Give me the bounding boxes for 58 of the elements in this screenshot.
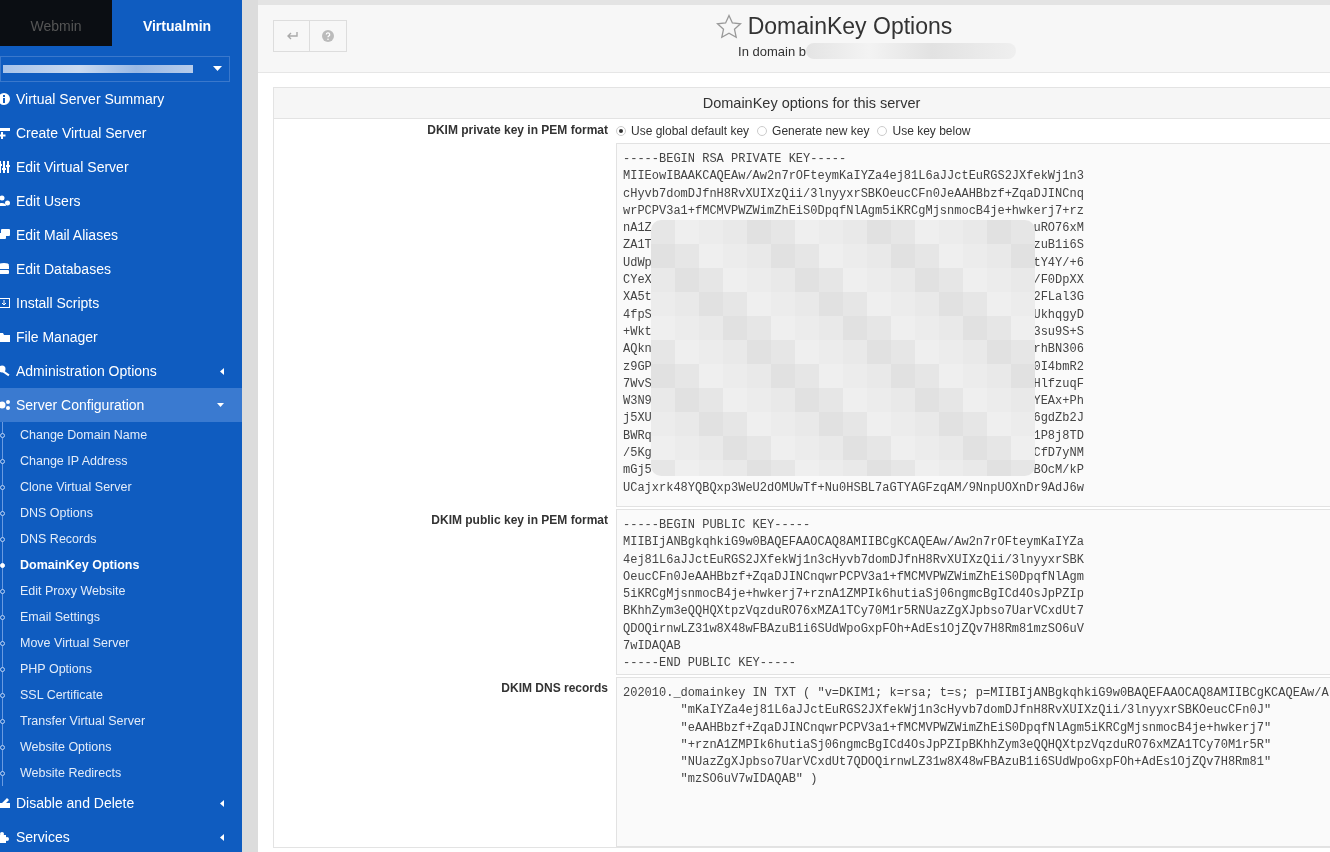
radio-option[interactable]: Generate new key (757, 124, 870, 138)
submenu-item[interactable]: DomainKey Options (0, 552, 242, 578)
field-label: DKIM public key in PEM format (431, 513, 608, 527)
plus-icon (0, 127, 10, 139)
submenu-item[interactable]: DNS Options (0, 500, 242, 526)
menu-item[interactable]: Install Scripts (0, 286, 242, 320)
puzzle-icon (0, 831, 10, 843)
caret-icon (220, 367, 224, 375)
database-icon (0, 263, 10, 275)
page-subtitle: In domain b (738, 43, 806, 59)
back-button[interactable] (273, 20, 310, 52)
menu-item[interactable]: Services (0, 820, 242, 852)
chat-icon (0, 229, 10, 241)
menu-item[interactable]: Virtual Server Summary (0, 82, 242, 116)
page-title: DomainKey Options (747, 13, 953, 40)
radio-option[interactable]: Use global default key (616, 124, 750, 138)
domain-select[interactable] (0, 56, 230, 82)
download-icon (0, 297, 10, 309)
field-label: DKIM DNS records (501, 681, 608, 695)
field-label: DKIM private key in PEM format (427, 123, 608, 137)
submenu-item[interactable]: Email Settings (0, 604, 242, 630)
menu-item[interactable]: Server Configuration (0, 388, 242, 422)
radio-option[interactable]: Use key below (877, 124, 971, 138)
menu-item[interactable]: Administration Options (0, 354, 242, 388)
menu-item[interactable]: Edit Mail Aliases (0, 218, 242, 252)
caret-icon (220, 833, 224, 841)
star-icon[interactable] (715, 14, 742, 39)
submenu-item[interactable]: SSL Certificate (0, 682, 242, 708)
caret-icon (217, 403, 224, 407)
back-arrow-icon (285, 31, 298, 41)
key-icon (0, 365, 10, 377)
sliders-icon (0, 161, 10, 173)
submenu-item[interactable]: Edit Proxy Website (0, 578, 242, 604)
submenu-item[interactable]: Transfer Virtual Server (0, 708, 242, 734)
submenu-item[interactable]: PHP Options (0, 656, 242, 682)
menu-item[interactable]: File Manager (0, 320, 242, 354)
folder-icon (0, 331, 10, 343)
menu-item[interactable]: Edit Virtual Server (0, 150, 242, 184)
users-icon (0, 195, 10, 207)
submenu-item[interactable]: Website Options (0, 734, 242, 760)
menu-item[interactable]: Edit Databases (0, 252, 242, 286)
help-icon (322, 30, 334, 42)
submenu-item[interactable]: Change Domain Name (0, 422, 242, 448)
help-button[interactable] (310, 20, 347, 52)
menu-item[interactable]: Disable and Delete (0, 786, 242, 820)
submenu-item[interactable]: Change IP Address (0, 448, 242, 474)
submenu-item[interactable]: DNS Records (0, 526, 242, 552)
submenu-item[interactable]: Move Virtual Server (0, 630, 242, 656)
caret-icon (220, 799, 224, 807)
caret-icon (213, 66, 222, 71)
dns-records-field[interactable]: 202010._domainkey IN TXT ( "v=DKIM1; k=rsa; t=s; p=MIIBIjANBgkqhkiG9w0BAQEFAAOCAQ8AMIIBCgKCAQEAw/A "mKaIYZa4ej81L6aJJctEuRGS2JXfekWj1n3cHyvb7domDJfnH8RvXUIXzQii/3lnyyxrSBKOeucCFn0J" "eAAHBbzf+ZqaDJINCnqwrPCPV3a1+fMCMVPWZWimZhEiS0DpqfNlAgm5iKRCgMjsnmocB4je+hwkerj7" "+rznA1ZMPIk6hutiaSj06ngmcBgICd4OsJpPZIpBKhhZym3eQQHQXtpzVqzduRO76xMZA1TCy70M1r5R" "NUazZgXJpbso7UarVCxdUt7QDOQirnwLZ31w8X48wFBAzuB1i6SUdWpoGxpFOh+AdEs1OjZQv7H8Rm81" "mzSO6uV7wIDAQAB" ) (616, 677, 1330, 847)
panel-heading: DomainKey options for this server (274, 88, 1330, 119)
submenu-item[interactable]: Clone Virtual Server (0, 474, 242, 500)
menu-item[interactable]: Create Virtual Server (0, 116, 242, 150)
public-key-field[interactable]: -----BEGIN PUBLIC KEY----- MIIBIjANBgkqhkiG9w0BAQEFAAOCAQ8AMIIBCgKCAQEAw/Aw2n7rOFteymKaIYZa 4ej81L6aJJctEuRGS2JXfekWj1n3cHyvb7domDJfnH8RvXUIXzQii/3lnyyxrSBK OeucCFn0JeAAHBbzf+ZqaDJINCnqwrPCPV3a1+fMCMVPWZWimZhEiS0DpqfNlAgm 5iKRCgMjsnmocB4je+hwkerj7+rznA1ZMPIk6hutiaSj06ngmcBgICd4OsJpPZIp BKhhZym3eQQHQXtpzVqzduRO76xMZA1TCy70M1r5RNUazZgXJpbso7UarVCxdUt7 QDOQirnwLZ31w8X48wFBAzuB1i6SUdWpoGxpFOh+AdEs1OjZQv7H8Rm81mzSO6uV 7wIDAQAB -----END PUBLIC KEY----- (616, 509, 1330, 675)
product-tab[interactable]: Virtualmin (112, 0, 242, 46)
submenu-item[interactable]: Website Redirects (0, 760, 242, 786)
menu-item[interactable]: Edit Users (0, 184, 242, 218)
